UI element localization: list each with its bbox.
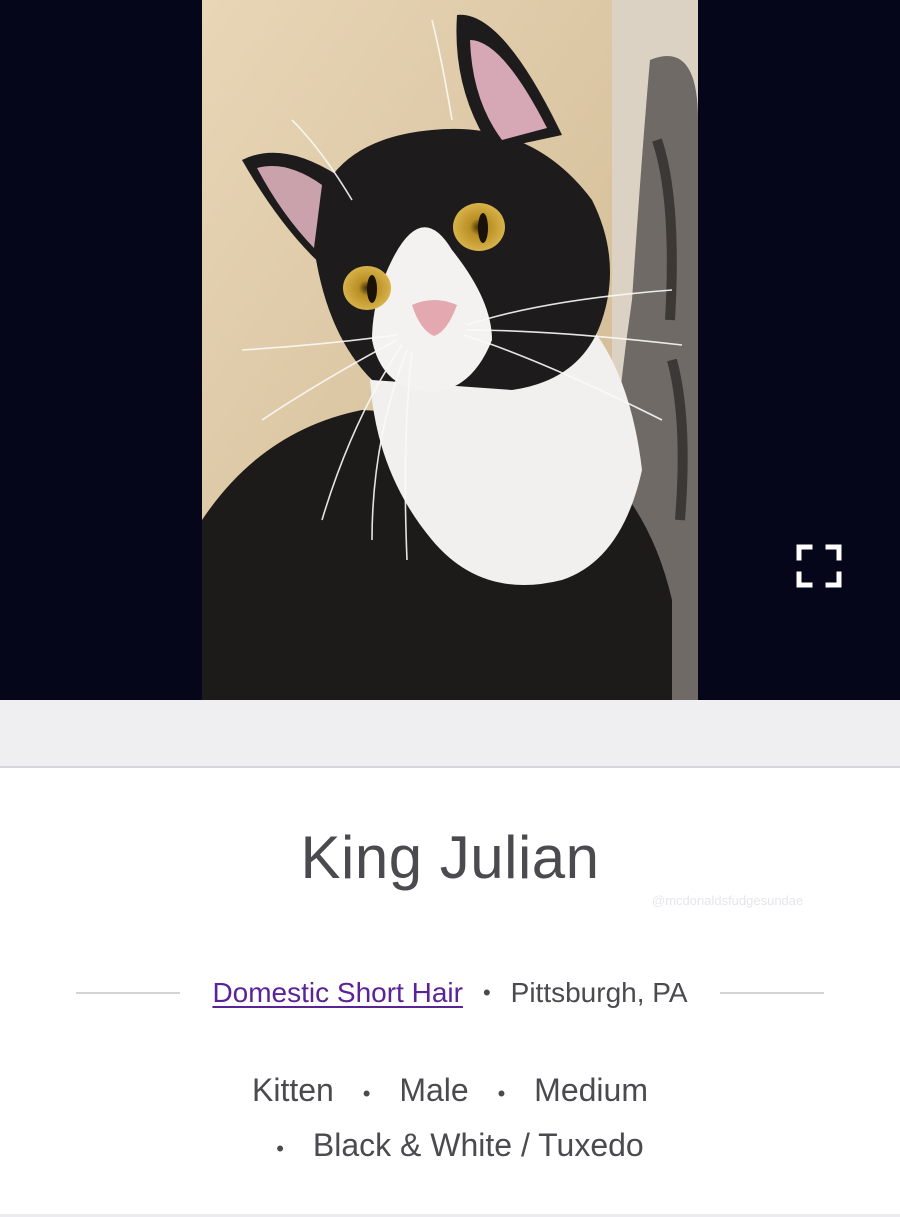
- separator-dot: •: [497, 1081, 506, 1106]
- pet-attributes-line-2: • Black & White / Tuxedo: [0, 1123, 900, 1171]
- location-text: Pittsburgh, PA: [510, 977, 688, 1008]
- section-divider-band: [0, 700, 900, 768]
- color-attribute: Black & White / Tuxedo: [312, 1127, 644, 1163]
- sex-attribute: Male: [399, 1072, 469, 1108]
- right-divider-line: [719, 992, 824, 994]
- separator-dot: •: [362, 1081, 371, 1106]
- separator-dot: •: [482, 980, 491, 1005]
- fullscreen-expand-icon[interactable]: [792, 540, 846, 592]
- left-divider-line: [76, 992, 181, 994]
- age-attribute: Kitten: [252, 1072, 334, 1108]
- photo-carousel: [0, 0, 900, 700]
- pet-name-heading: King Julian: [300, 824, 600, 891]
- breed-location-row: Domestic Short Hair • Pittsburgh, PA: [0, 968, 900, 1018]
- pet-attributes-line-1: Kitten • Male • Medium: [0, 1068, 900, 1116]
- separator-dot: •: [276, 1136, 284, 1161]
- size-attribute: Medium: [534, 1072, 648, 1108]
- breed-link[interactable]: Domestic Short Hair: [212, 977, 463, 1009]
- pet-photo[interactable]: [202, 0, 698, 700]
- watermark: @mcdonaldsfudgesundae: [652, 893, 804, 908]
